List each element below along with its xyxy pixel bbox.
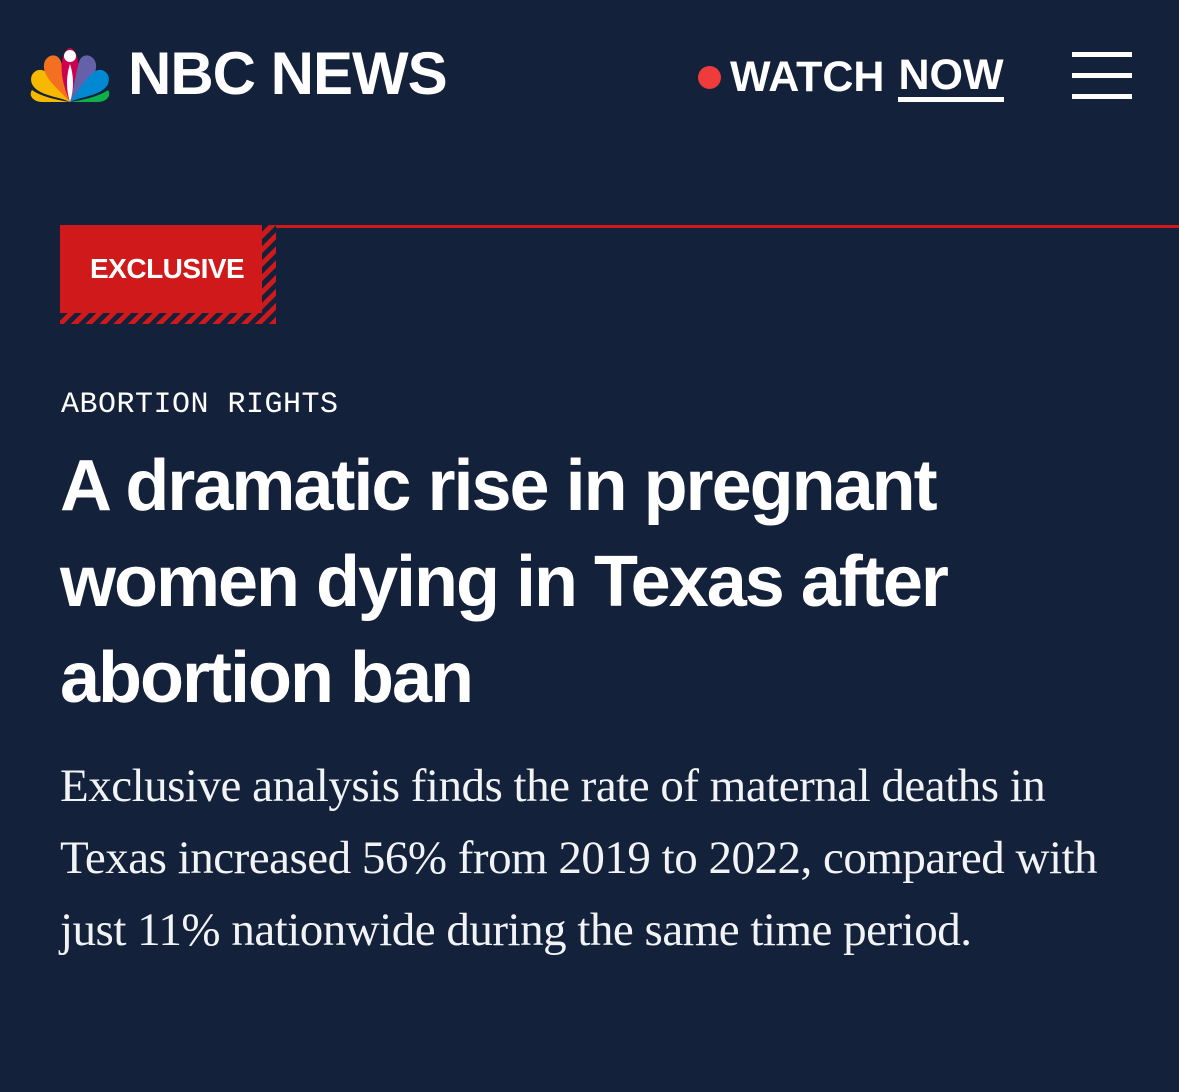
nbc-news-logo-link[interactable]: NBC NEWS (28, 40, 448, 107)
hamburger-menu-icon[interactable] (1072, 52, 1132, 100)
article-headline: A dramatic rise in pregnant women dying … (60, 446, 949, 718)
watch-now-link[interactable]: WATCH NOW (698, 52, 1004, 102)
watch-now-label: NOW (898, 53, 1004, 102)
site-header: NBC NEWS WATCH NOW (0, 0, 1179, 150)
nbc-peacock-icon (30, 48, 110, 102)
badge-body: EXCLUSIVE (60, 225, 262, 313)
watch-label: WATCH (730, 53, 885, 101)
menu-bar (1072, 94, 1132, 99)
menu-bar (1072, 73, 1132, 78)
menu-bar (1072, 52, 1132, 57)
badge-label: EXCLUSIVE (90, 253, 245, 284)
exclusive-badge: EXCLUSIVE (60, 225, 276, 324)
brand-name: NBC NEWS (128, 40, 448, 107)
category-link[interactable]: ABORTION RIGHTS (61, 388, 339, 422)
live-indicator-icon (698, 65, 721, 89)
article-dek: Exclusive analysis finds the rate of mat… (60, 760, 1098, 956)
